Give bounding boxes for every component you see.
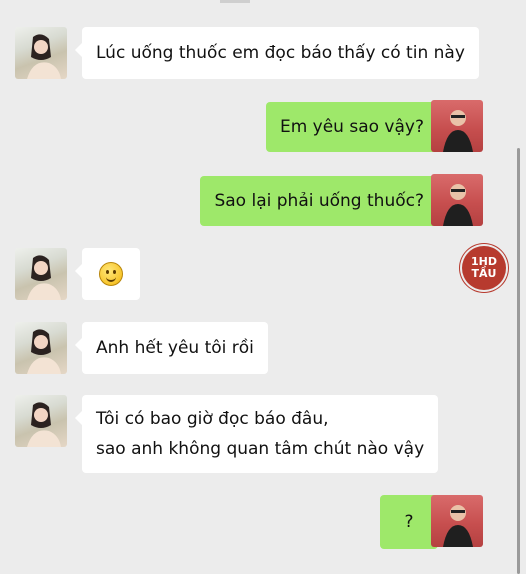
message-row: Em yêu sao vậy? xyxy=(0,100,526,152)
message-text: Em yêu sao vậy? xyxy=(279,117,424,137)
avatar[interactable] xyxy=(15,248,67,300)
message-bubble[interactable]: ? xyxy=(380,495,445,549)
message-text-line: sao anh không quan tâm chút nào vậy xyxy=(96,439,425,459)
avatar[interactable] xyxy=(15,395,67,447)
watermark-logo: 1HD TẦU xyxy=(462,246,506,290)
message-text: Lúc uống thuốc em đọc báo thấy có tin nà… xyxy=(96,43,465,63)
message-row: Sao lại phải uống thuốc? xyxy=(0,174,526,226)
smiling-face-emoji-icon xyxy=(99,262,123,286)
chat-window: Lúc uống thuốc em đọc báo thấy có tin nà… xyxy=(0,0,526,574)
message-bubble[interactable]: Lúc uống thuốc em đọc báo thấy có tin nà… xyxy=(75,27,479,79)
message-bubble[interactable]: Sao lại phải uống thuốc? xyxy=(200,176,445,226)
avatar[interactable] xyxy=(431,100,483,152)
message-row: Tôi có bao giờ đọc báo đâu, sao anh khôn… xyxy=(0,395,526,473)
top-edge-mark xyxy=(220,0,250,3)
message-text-line: Tôi có bao giờ đọc báo đâu, xyxy=(96,409,329,429)
message-text: Anh hết yêu tôi rồi xyxy=(96,338,254,358)
message-row: Anh hết yêu tôi rồi xyxy=(0,322,526,374)
avatar[interactable] xyxy=(431,495,483,547)
message-row: ? xyxy=(0,495,526,549)
message-row: Lúc uống thuốc em đọc báo thấy có tin nà… xyxy=(0,27,526,79)
avatar[interactable] xyxy=(431,174,483,226)
message-text: Sao lại phải uống thuốc? xyxy=(214,191,424,211)
message-bubble[interactable]: Em yêu sao vậy? xyxy=(265,102,446,152)
message-row xyxy=(0,248,526,300)
watermark-text: TẦU xyxy=(471,267,497,280)
scrollbar[interactable] xyxy=(517,148,520,574)
message-bubble[interactable] xyxy=(75,248,140,300)
avatar[interactable] xyxy=(15,322,67,374)
message-bubble[interactable]: Tôi có bao giờ đọc báo đâu, sao anh khôn… xyxy=(74,395,439,473)
message-text: ? xyxy=(404,512,414,532)
avatar[interactable] xyxy=(15,27,67,79)
message-bubble[interactable]: Anh hết yêu tôi rồi xyxy=(75,322,268,374)
